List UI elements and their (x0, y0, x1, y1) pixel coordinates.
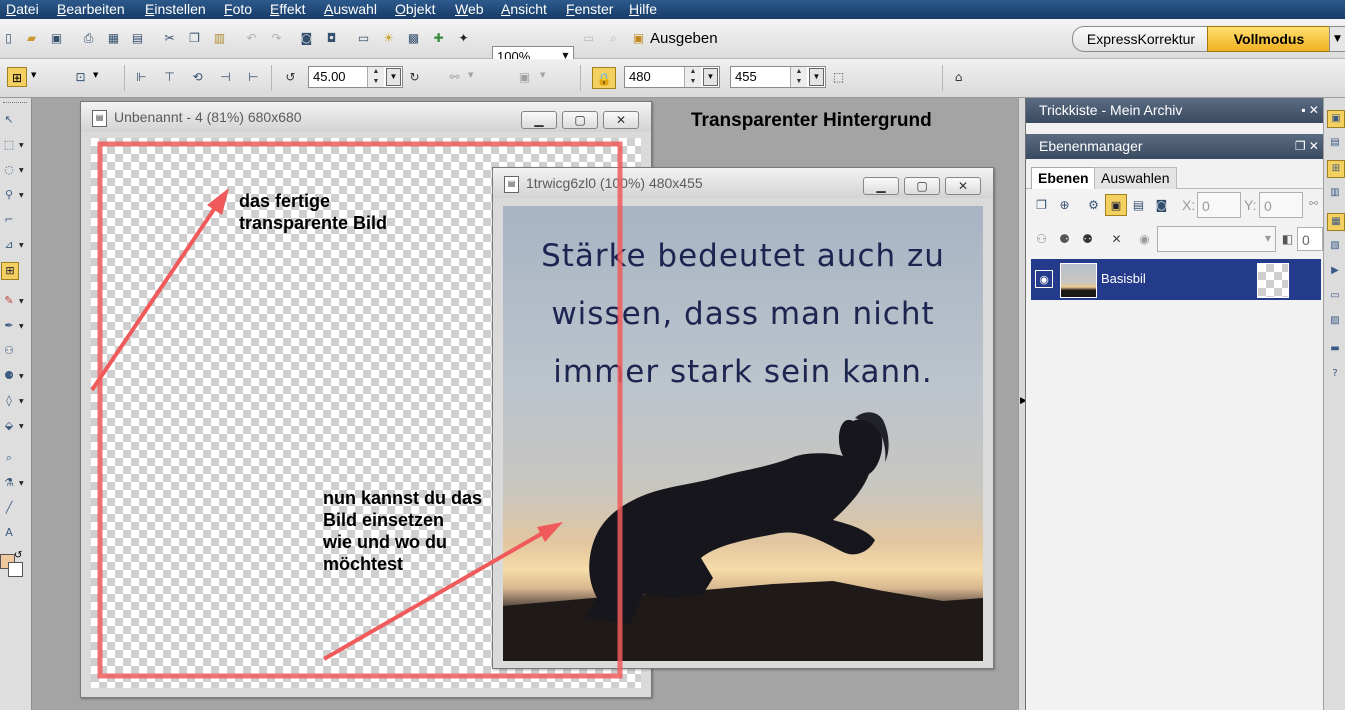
layer-thumbnail (1060, 263, 1097, 298)
y-position-input[interactable]: 0 (1259, 192, 1303, 218)
layer-image-icon[interactable]: ▤ (1130, 197, 1147, 214)
note-line: wie und wo du (323, 532, 447, 552)
annotation-arrowhead-1 (207, 188, 229, 215)
layer-name: Basisbil (1101, 271, 1146, 286)
blend-mode-dropdown-icon[interactable]: ▼ (1265, 234, 1271, 243)
history-panel-icon[interactable]: ▤ (1327, 135, 1343, 151)
layer-camera-icon[interactable]: ◙ (1153, 197, 1170, 214)
opacity-value: 0 (1302, 232, 1310, 248)
ebenenmanager-title: Ebenenmanager (1039, 138, 1143, 154)
screen-panel-icon[interactable]: ▬ (1327, 341, 1343, 357)
note-line: Bild einsetzen (323, 510, 445, 530)
histogram-panel-icon[interactable]: ▨ (1327, 313, 1343, 329)
tab-auswahlen[interactable]: Auswahlen (1094, 167, 1177, 189)
ebenenmanager-header[interactable]: Ebenenmanager ❐ ✕ (1026, 134, 1324, 159)
x-label: X: (1182, 197, 1196, 213)
blend-mode-select[interactable]: ▼ (1157, 226, 1276, 252)
x-position-input[interactable]: 0 (1197, 192, 1241, 218)
note-line: nun kannst du das (323, 488, 483, 508)
note-insert-image: nun kannst du das Bild einsetzen wie und… (323, 487, 482, 575)
layer-properties-icon[interactable]: ⚙ (1085, 197, 1102, 214)
chain-icon[interactable]: ⚯ (1309, 197, 1318, 210)
selection-panel-icon[interactable]: ▦ (1327, 213, 1345, 231)
archive-panel-icon[interactable]: ▣ (1327, 110, 1345, 128)
delete-layer-icon[interactable]: ✕ (1108, 231, 1125, 248)
note-line: möchtest (323, 554, 404, 574)
opacity-input[interactable]: 0 (1297, 227, 1323, 251)
annotation-arrow-1 (90, 200, 221, 392)
layer-clip-icon[interactable]: ⚈ (1056, 231, 1073, 248)
layer-mask-thumbnail (1257, 263, 1289, 298)
layer-style-icon[interactable]: ◉ (1136, 231, 1153, 248)
layer-mask-icon[interactable]: ⚇ (1033, 231, 1050, 248)
help-panel-icon[interactable]: ? (1327, 366, 1343, 382)
right-icon-strip: ▣ ▤ ⊞ ▥ ▦ ▧ ▶ ▭ ▨ ▬ ? (1323, 98, 1345, 710)
navigator-panel-icon[interactable]: ▥ (1327, 185, 1343, 201)
tab-ebenen[interactable]: Ebenen (1031, 167, 1096, 189)
duplicate-layer-icon[interactable]: ⊕ (1056, 197, 1073, 214)
note-finished-image: das fertige transparente Bild (239, 190, 387, 234)
trickkiste-title: Trickkiste - Mein Archiv (1039, 102, 1183, 118)
visibility-eye-icon[interactable]: ◉ (1035, 270, 1053, 288)
layer-row[interactable]: ◉ Basisbil (1031, 259, 1321, 300)
annotation-arrowhead-2 (537, 522, 563, 542)
note-line: das fertige (239, 191, 331, 211)
panel-close-icon[interactable]: ❐ ✕ (1295, 134, 1319, 159)
document-panel-icon[interactable]: ▭ (1327, 288, 1343, 304)
y-label: Y: (1244, 197, 1257, 213)
new-layer-icon[interactable]: ❐ (1033, 197, 1050, 214)
note-line: transparente Bild (239, 213, 388, 233)
x-value: 0 (1202, 198, 1210, 214)
opacity-icon[interactable]: ◧ (1279, 231, 1296, 248)
layer-merge-icon[interactable]: ▣ (1105, 194, 1127, 216)
layer-group-icon[interactable]: ⚉ (1079, 231, 1096, 248)
panel-close-icon[interactable]: ▪ ✕ (1301, 98, 1319, 123)
layers-panel-icon[interactable]: ⊞ (1327, 160, 1345, 178)
info-panel-icon[interactable]: ▧ (1327, 238, 1343, 254)
right-panel: Trickkiste - Mein Archiv ▪ ✕ Ebenenmanag… (1025, 98, 1324, 710)
play-panel-icon[interactable]: ▶ (1327, 263, 1343, 279)
y-value: 0 (1264, 198, 1272, 214)
trickkiste-header[interactable]: Trickkiste - Mein Archiv ▪ ✕ (1026, 98, 1324, 123)
